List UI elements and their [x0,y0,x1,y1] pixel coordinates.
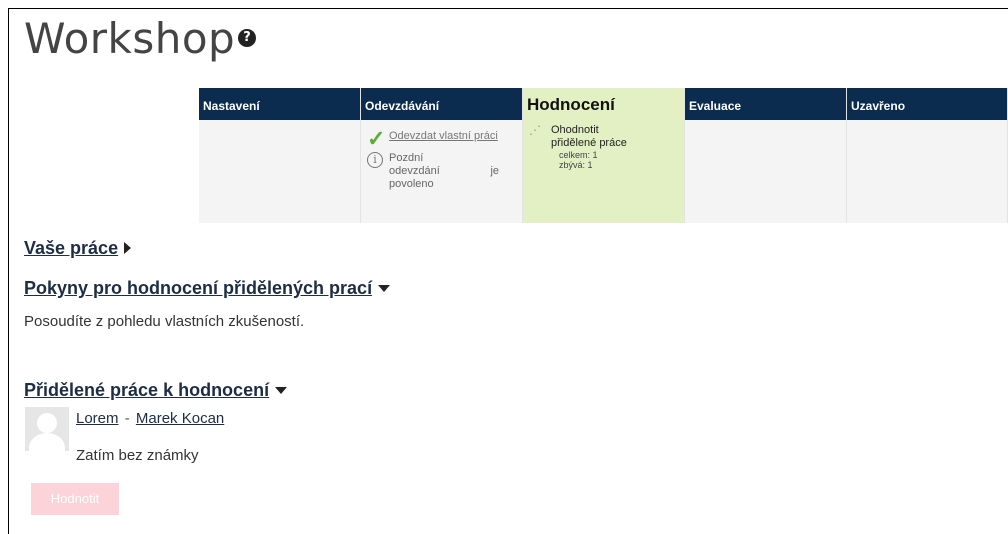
task-submit-own-work: ✓ Odevzdat vlastní práci [367,126,516,151]
phase-closed-title: Uzavřeno [847,88,1007,120]
check-icon: ✓ [367,126,386,151]
author-link[interactable]: Marek Kocan [136,410,224,427]
your-work-label: Vaše práce [24,238,119,258]
phase-submission: Odevzdávání ✓ Odevzdat vlastní práci i P… [361,88,523,223]
assigned-label: Přidělené práce k hodnocení [24,380,270,400]
phase-closed: Uzavřeno [847,88,1008,223]
submission-info: Lorem - Marek Kocan [76,410,224,427]
collapsed-arrow-icon [124,242,132,255]
phase-planner: Nastavení Odevzdávání ✓ Odevzdat vlastní… [199,88,1008,223]
late-line-2a: odevzdání [389,165,440,177]
avatar [25,407,69,451]
phase-assessment: Hodnocení ⋰ Ohodnotit přidělené práce ce… [523,88,685,223]
expanded-arrow-icon [378,284,391,292]
phase-setup: Nastavení [199,88,361,223]
info-icon: i [367,152,383,168]
task-assess-text: Ohodnotit přidělené práce [551,124,627,149]
phase-assessment-body: ⋰ Ohodnotit přidělené práce celkem: 1 zb… [523,120,684,223]
phase-closed-body [847,120,1007,223]
pending-icon: ⋰ [529,123,541,137]
submission-title-link[interactable]: Lorem [76,410,119,427]
task-late-submission: i Pozdní odevzdání je povoleno [367,152,516,191]
late-line-2b: je [490,165,499,177]
task-assess-text-wrap: Ohodnotit přidělené práce celkem: 1 zbýv… [551,124,641,170]
avatar-body [29,433,65,451]
expanded-arrow-icon [275,386,288,394]
avatar-head [37,413,57,433]
instructions-label: Pokyny pro hodnocení přidělených prací [24,278,373,298]
instructions-text: Posoudíte z pohledu vlastních zkušeností… [24,313,305,330]
phase-setup-body [199,120,360,223]
grade-status: Zatím bez známky [76,447,199,464]
your-work-heading[interactable]: Vaše práce [24,238,132,259]
grade-button[interactable]: Hodnotit [31,483,119,515]
phase-assessment-title: Hodnocení [523,88,684,120]
phase-evaluation: Evaluace [685,88,847,223]
late-line-1: Pozdní [389,152,424,164]
phase-submission-body: ✓ Odevzdat vlastní práci i Pozdní odevzd… [361,120,522,223]
instructions-heading[interactable]: Pokyny pro hodnocení přidělených prací [24,278,391,299]
assigned-heading[interactable]: Přidělené práce k hodnocení [24,380,288,401]
phase-submission-title: Odevzdávání [361,88,522,120]
separator: - [124,410,130,427]
phase-evaluation-title: Evaluace [685,88,846,120]
phase-setup-title: Nastavení [199,88,360,120]
info-icon-wrap: i [367,152,389,168]
phase-evaluation-body [685,120,846,223]
submit-own-work-link[interactable]: Odevzdat vlastní práci [389,130,498,143]
late-submission-text: Pozdní odevzdání je povoleno [389,152,499,191]
page-title: Workshop? [24,14,257,63]
total-count: celkem: 1 [559,150,598,160]
late-line-3: povoleno [389,178,434,190]
page-title-text: Workshop [24,14,236,63]
late-line-2: odevzdání je [389,165,499,178]
task-assess-allocated: ⋰ Ohodnotit přidělené práce celkem: 1 zb… [529,123,678,171]
help-icon[interactable]: ? [238,28,257,47]
remaining-count: zbývá: 1 [559,160,593,170]
